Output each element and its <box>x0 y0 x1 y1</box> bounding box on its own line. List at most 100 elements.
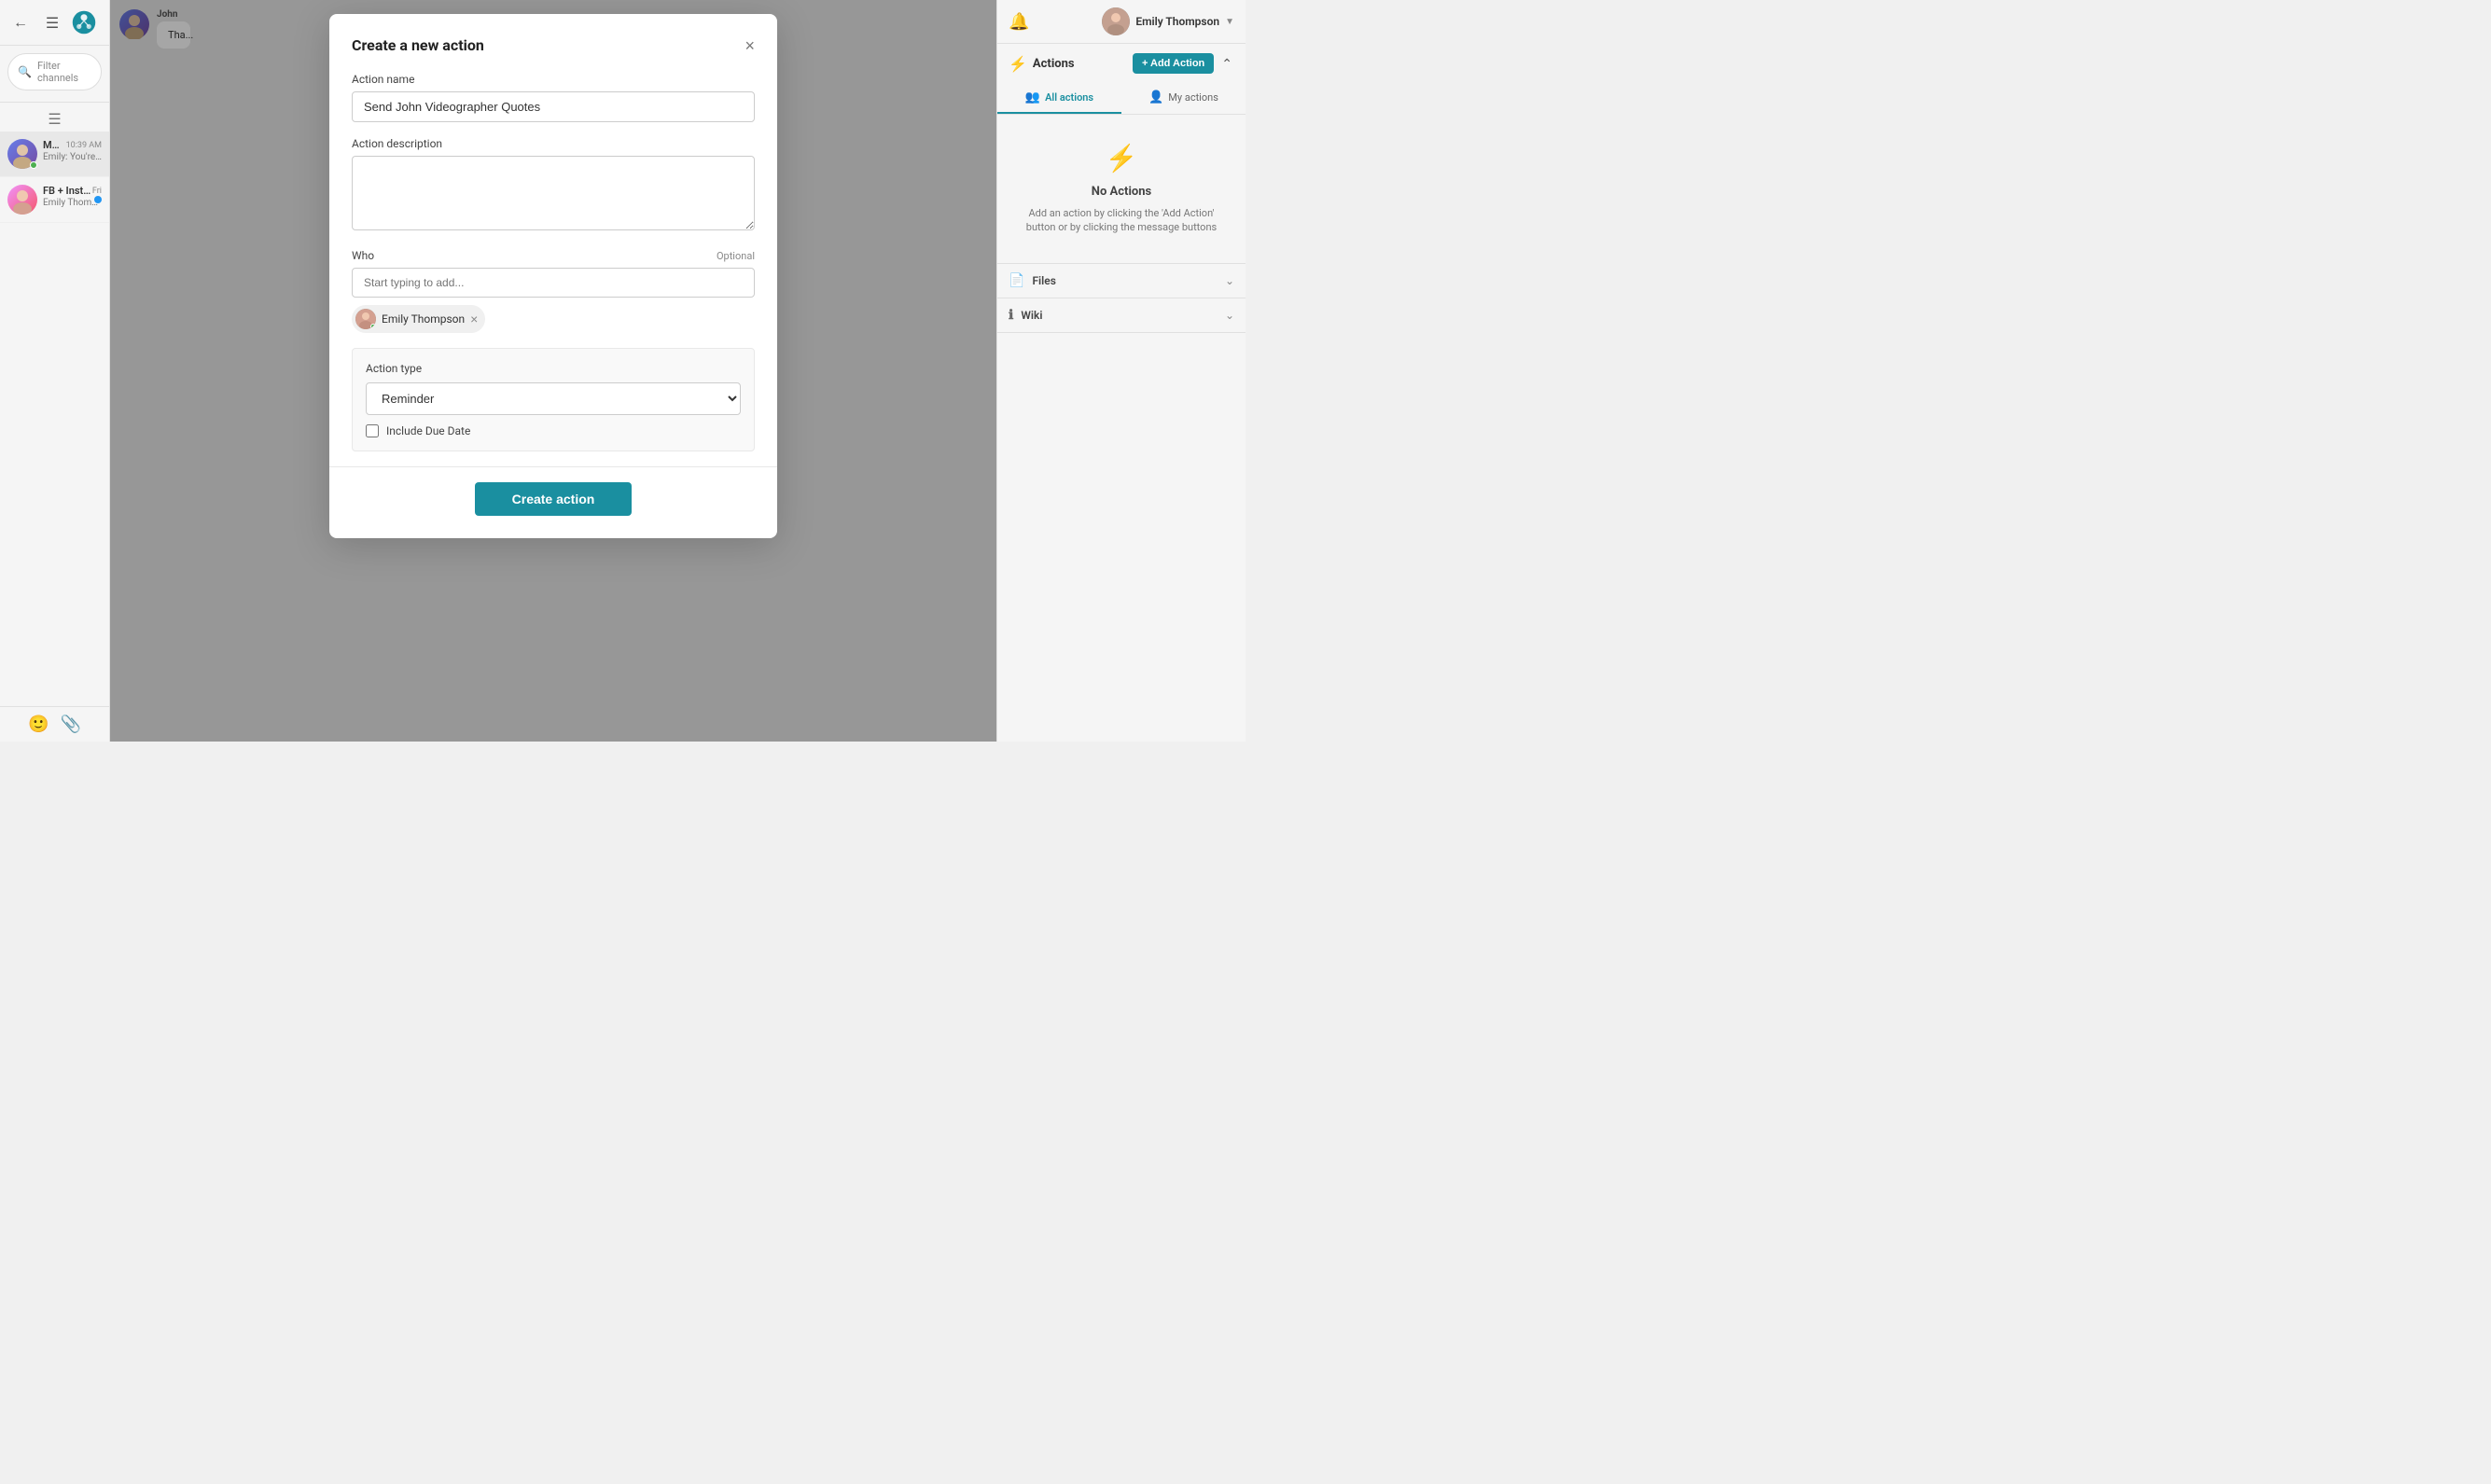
back-button[interactable]: ← <box>7 9 34 35</box>
actions-title: Actions <box>1033 57 1075 71</box>
wiki-section-row[interactable]: ℹ Wiki ⌄ <box>997 298 1246 333</box>
attachment-icon[interactable]: 📎 <box>61 714 81 734</box>
no-actions-description: Add an action by clicking the 'Add Actio… <box>1016 206 1227 235</box>
modal-header: Create a new action × <box>352 36 755 54</box>
my-actions-label: My actions <box>1168 91 1218 104</box>
include-due-date-checkbox[interactable] <box>366 424 379 437</box>
search-icon: 🔍 <box>18 65 32 78</box>
sidebar: ← ☰ 🔍 Filter channels ☰ <box>0 0 110 742</box>
channel-name: MV Project - John <box>43 139 66 151</box>
files-label: Files <box>1032 274 1055 287</box>
emoji-icon[interactable]: 🙂 <box>28 714 49 734</box>
chat-area: John Tha... ❯ Create a new action × Acti… <box>110 0 996 742</box>
action-name-input[interactable] <box>352 91 755 122</box>
action-type-label: Action type <box>366 362 741 375</box>
online-indicator <box>30 161 37 169</box>
channel-info: FB + Insta Marketing -... Fri Emily Thom… <box>43 185 102 208</box>
who-optional-text: Optional <box>717 250 755 262</box>
user-avatar-image <box>1102 7 1130 35</box>
user-avatar <box>1102 7 1130 35</box>
files-section-label: 📄 Files <box>1009 273 1056 288</box>
user-chip[interactable]: Emily Thompson ▼ <box>1102 7 1234 35</box>
modal-close-button[interactable]: × <box>745 37 755 54</box>
right-panel-header: 🔔 Emily Thompson ▼ <box>997 0 1246 44</box>
include-due-date-label[interactable]: Include Due Date <box>386 424 470 437</box>
modal-footer: Create action <box>352 482 755 516</box>
channel-name-row: MV Project - John 10:39 AM <box>43 139 102 151</box>
all-actions-icon: 👥 <box>1025 90 1040 104</box>
user-tag-online-dot <box>370 324 376 329</box>
user-name: Emily Thompson <box>1135 15 1219 28</box>
no-actions-title: No Actions <box>1092 185 1151 199</box>
selected-users-list: Emily Thompson × <box>352 305 755 333</box>
avatar-image <box>7 185 37 215</box>
user-dropdown-icon: ▼ <box>1225 17 1234 27</box>
create-action-modal: Create a new action × Action name Action… <box>329 14 777 538</box>
sidebar-header: ← ☰ <box>0 0 109 46</box>
action-name-group: Action name <box>352 73 755 122</box>
modal-divider <box>329 466 777 467</box>
channel-avatar-wrap <box>7 139 37 169</box>
all-actions-tab[interactable]: 👥 All actions <box>997 83 1121 114</box>
wiki-chevron-icon: ⌄ <box>1225 309 1234 322</box>
no-actions-lightning-icon: ⚡ <box>1106 143 1138 173</box>
channel-list: MV Project - John 10:39 AM Emily: You're… <box>0 132 109 706</box>
files-section-row[interactable]: 📄 Files ⌄ <box>997 264 1246 298</box>
wiki-icon: ℹ <box>1009 308 1013 323</box>
who-input[interactable] <box>352 268 755 298</box>
my-actions-tab[interactable]: 👤 My actions <box>1121 83 1246 114</box>
channel-preview: Emily: You're welcome! <box>43 152 102 162</box>
channel-preview: Emily Thompson has updated re... <box>43 198 102 208</box>
logo-area <box>71 9 97 35</box>
selected-user-avatar <box>355 309 376 329</box>
actions-tabs: 👥 All actions 👤 My actions <box>997 83 1246 115</box>
hamburger-button[interactable]: ☰ <box>41 11 63 34</box>
app-logo-icon <box>71 9 97 35</box>
action-name-label: Action name <box>352 73 755 86</box>
wiki-label: Wiki <box>1021 309 1042 322</box>
create-action-button[interactable]: Create action <box>475 482 633 516</box>
remove-user-button[interactable]: × <box>470 312 478 326</box>
add-action-button[interactable]: + Add Action <box>1133 53 1214 74</box>
channel-avatar-wrap <box>7 185 37 215</box>
channel-item[interactable]: MV Project - John 10:39 AM Emily: You're… <box>0 132 109 177</box>
channel-avatar <box>7 185 37 215</box>
include-due-date-group: Include Due Date <box>366 424 741 437</box>
modal-title: Create a new action <box>352 36 484 54</box>
sidebar-divider <box>0 102 109 103</box>
actions-title-area: ⚡ Actions <box>1009 55 1075 73</box>
channel-name: FB + Insta Marketing -... <box>43 185 92 197</box>
search-placeholder-text: Filter channels <box>37 60 91 84</box>
sort-icon[interactable]: ☰ <box>48 110 61 128</box>
selected-user-name: Emily Thompson <box>382 312 465 326</box>
channel-name-row: FB + Insta Marketing -... Fri <box>43 185 102 197</box>
channel-time: Fri <box>92 187 102 196</box>
actions-lightning-icon: ⚡ <box>1009 55 1027 73</box>
action-description-label: Action description <box>352 137 755 150</box>
wiki-section-label: ℹ Wiki <box>1009 308 1042 323</box>
sidebar-bottom: 🙂 📎 <box>0 706 109 742</box>
notification-icon[interactable]: 🔔 <box>1009 12 1029 32</box>
unread-badge <box>94 196 102 203</box>
files-chevron-icon: ⌄ <box>1225 274 1234 287</box>
actions-section: ⚡ Actions + Add Action ⌃ 👥 All actions 👤… <box>997 44 1246 264</box>
who-label-row: Who Optional <box>352 249 755 262</box>
collapse-actions-button[interactable]: ⌃ <box>1219 54 1234 74</box>
action-type-select[interactable]: Reminder Task Note <box>366 382 741 415</box>
channel-info: MV Project - John 10:39 AM Emily: You're… <box>43 139 102 162</box>
all-actions-label: All actions <box>1045 91 1093 104</box>
who-label: Who <box>352 249 374 262</box>
action-type-section: Action type Reminder Task Note Include D… <box>352 348 755 451</box>
action-description-input[interactable] <box>352 156 755 230</box>
right-panel: 🔔 Emily Thompson ▼ ⚡ Actions <box>996 0 1246 742</box>
who-group: Who Optional Emily <box>352 249 755 333</box>
files-icon: 📄 <box>1009 273 1024 288</box>
action-description-group: Action description <box>352 137 755 234</box>
actions-header: ⚡ Actions + Add Action ⌃ <box>997 44 1246 83</box>
my-actions-icon: 👤 <box>1148 90 1163 104</box>
channel-item[interactable]: FB + Insta Marketing -... Fri Emily Thom… <box>0 177 109 223</box>
selected-user-tag: Emily Thompson × <box>352 305 485 333</box>
filter-channels-search[interactable]: 🔍 Filter channels <box>7 53 102 90</box>
channel-time: 10:39 AM <box>66 141 102 150</box>
app-layout: ← ☰ 🔍 Filter channels ☰ <box>0 0 1246 742</box>
